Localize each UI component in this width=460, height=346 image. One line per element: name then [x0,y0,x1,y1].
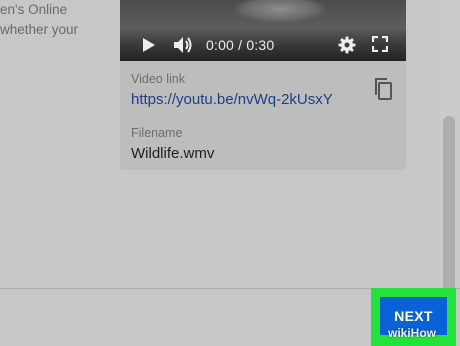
upload-dialog: en's Online whether your 0:00 / 0:30 Vid… [0,0,460,346]
description-line-2: whether your [0,22,79,37]
video-link[interactable]: https://youtu.be/nvWq-2kUsxY [131,91,333,108]
video-link-label: Video link [131,72,185,86]
video-details-card: 0:00 / 0:30 Video link https://youtu.be/… [120,0,406,170]
wikihow-watermark: wikiHow [388,326,437,340]
gear-icon[interactable] [337,35,357,55]
play-icon[interactable] [140,36,158,54]
scrollbar-thumb[interactable] [443,116,455,288]
volume-icon[interactable] [172,36,194,54]
video-thumbnail [235,0,325,22]
filename-label: Filename [131,126,183,140]
copy-icon[interactable] [372,77,394,101]
video-preview[interactable]: 0:00 / 0:30 [120,0,406,61]
time-display: 0:00 / 0:30 [206,36,275,53]
description-text: en's Online whether your [0,0,112,40]
fullscreen-icon[interactable] [371,35,389,53]
video-controls: 0:00 / 0:30 [120,28,406,61]
description-line-1: en's Online [0,2,68,17]
filename-value: Wildlife.wmv [131,145,215,162]
